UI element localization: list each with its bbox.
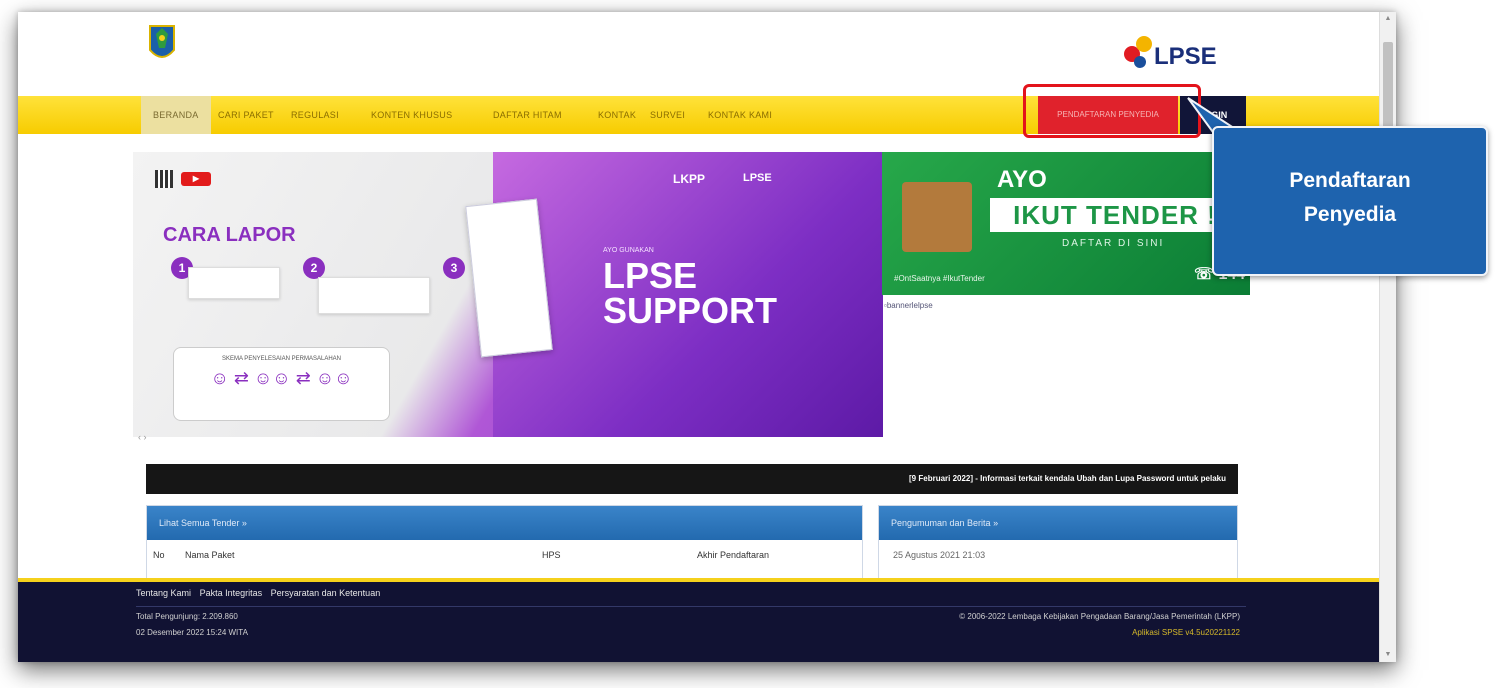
nav-daftar-hitam[interactable]: DAFTAR HITAM (493, 96, 562, 134)
footer-version: Aplikasi SPSE v4.5u20221122 (1132, 628, 1240, 637)
vertical-scrollbar[interactable]: ▲ ▼ (1379, 12, 1396, 662)
lpse-logo[interactable]: LPSE (1118, 32, 1248, 72)
carousel-arrows[interactable]: ‹ › (138, 432, 147, 442)
nav-regulasi[interactable]: REGULASI (291, 96, 339, 134)
svg-text:LPSE: LPSE (1154, 43, 1217, 70)
footer-copyright: © 2006-2022 Lembaga Kebijakan Pengadaan … (959, 612, 1240, 621)
highlight-outline (1023, 84, 1201, 138)
lpse-support-banner[interactable]: ▶ CARA LAPOR 1 2 3 SKEMA PENYELESAIAN PE… (133, 152, 883, 437)
nav-survei[interactable]: SURVEI (650, 96, 685, 134)
site-header: LPSE (18, 12, 1380, 84)
callout-text: Pendaftaran Penyedia (1214, 164, 1486, 232)
cara-lapor-heading: CARA LAPOR (163, 224, 296, 246)
step-2-card (318, 277, 430, 314)
column-hps: HPS (542, 550, 561, 560)
step-3-badge: 3 (443, 257, 465, 279)
broken-banner-image[interactable]: ▫bannerlelpse (884, 301, 933, 310)
skema-label: SKEMA PENYELESAIAN PERMASALAHAN (221, 356, 342, 362)
tender-panel-title[interactable]: Lihat Semua Tender » (147, 506, 862, 540)
footer-link-persyaratan[interactable]: Persyaratan dan Ketentuan (271, 588, 381, 598)
column-nama-paket: Nama Paket (185, 550, 235, 560)
footer-link-pakta-integritas[interactable]: Pakta Integritas (200, 588, 263, 598)
news-ticker[interactable]: [9 Februari 2022] - Informasi terkait ke… (146, 464, 1238, 494)
hashtag-text: #OntSaatnya #IkutTender (894, 274, 985, 283)
nav-kontak-kami[interactable]: KONTAK KAMI (708, 96, 772, 134)
footer-links: Tentang Kami Pakta Integritas Persyarata… (136, 588, 386, 598)
news-date: 25 Agustus 2021 21:03 (893, 550, 986, 560)
footer-link-tentang-kami[interactable]: Tentang Kami (136, 588, 191, 598)
regional-crest-logo (149, 25, 175, 58)
pendaftaran-penyedia-callout: Pendaftaran Penyedia (1212, 126, 1488, 276)
nav-beranda[interactable]: BERANDA (141, 96, 211, 134)
ikut-tender-text: IKUT TENDER ! (990, 198, 1240, 232)
nav-kontak[interactable]: KONTAK (598, 96, 636, 134)
tender-panel: Lihat Semua Tender » No Nama Paket HPS A… (146, 505, 863, 580)
ayo-gunakan-text: AYO GUNAKAN (603, 247, 654, 254)
ayo-text: AYO (997, 166, 1047, 193)
daftar-di-sini-text: DAFTAR DI SINI (1062, 238, 1165, 249)
step-2-badge: 2 (303, 257, 325, 279)
site-footer: Tentang Kami Pakta Integritas Persyarata… (18, 578, 1380, 662)
nav-cari-paket[interactable]: CARI PAKET (218, 96, 274, 134)
footer-datetime: 02 Desember 2022 15:24 WITA (136, 628, 248, 637)
footer-divider (136, 606, 1246, 607)
package-box-icon (902, 182, 972, 252)
ikut-tender-banner[interactable]: AYO IKUT TENDER ! DAFTAR DI SINI #OntSaa… (882, 152, 1250, 295)
people-icons: ☺ ⇄ ☺☺ ⇄ ☺☺ (210, 368, 353, 388)
column-no: No (153, 550, 165, 560)
youtube-icon: ▶ (181, 172, 211, 186)
scroll-down-arrow-icon[interactable]: ▼ (1380, 648, 1396, 662)
news-panel: Pengumuman dan Berita » 25 Agustus 2021 … (878, 505, 1238, 580)
qr-code-icon (155, 170, 173, 188)
support-big-title: SUPPORT (603, 290, 778, 331)
column-akhir-pendaftaran: Akhir Pendaftaran (697, 550, 770, 560)
skema-box: SKEMA PENYELESAIAN PERMASALAHAN ☺ ⇄ ☺☺ ⇄… (173, 347, 390, 421)
nav-konten-khusus[interactable]: KONTEN KHUSUS (371, 96, 452, 134)
lkpp-logo: LKPP (673, 172, 706, 186)
lpse-small-logo: LPSE (743, 172, 772, 184)
broken-image-alt-text: bannerlelpse (886, 301, 933, 310)
news-panel-title[interactable]: Pengumuman dan Berita » (879, 506, 1237, 540)
step-1-card (188, 267, 280, 299)
callout-line-2: Penyedia (1303, 203, 1397, 226)
footer-visitors: Total Pengunjung: 2.209.860 (136, 612, 238, 621)
callout-line-1: Pendaftaran (1289, 169, 1411, 192)
scroll-up-arrow-icon[interactable]: ▲ (1380, 12, 1396, 26)
